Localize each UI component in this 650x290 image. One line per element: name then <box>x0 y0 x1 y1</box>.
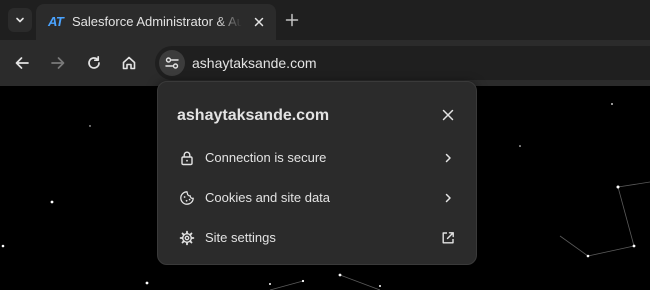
gear-icon <box>178 229 196 247</box>
chevron-right-icon <box>439 189 457 207</box>
home-button[interactable] <box>116 50 142 76</box>
site-settings-label: Site settings <box>205 230 276 245</box>
popup-title: ashaytaksande.com <box>177 107 330 124</box>
reload-button[interactable] <box>81 50 107 76</box>
connection-secure-item[interactable]: Connection is secure <box>158 138 476 178</box>
tab-strip: AT Salesforce Administrator & Automation <box>0 0 650 40</box>
plus-icon <box>285 13 299 27</box>
forward-button[interactable] <box>45 50 71 76</box>
connection-secure-label: Connection is secure <box>205 150 327 165</box>
forward-arrow-icon <box>51 57 65 69</box>
site-settings-item[interactable]: Site settings <box>158 218 476 258</box>
close-icon <box>254 17 264 27</box>
new-tab-button[interactable] <box>282 10 302 30</box>
site-info-popup: ashaytaksande.com Connection is secure C… <box>157 81 477 265</box>
home-icon <box>122 56 136 70</box>
cookie-icon <box>178 189 196 207</box>
cookies-site-data-item[interactable]: Cookies and site data <box>158 178 476 218</box>
favicon: AT <box>48 14 64 29</box>
open-external-icon <box>439 229 457 247</box>
browser-tab[interactable]: AT Salesforce Administrator & Automation <box>36 4 276 40</box>
tune-icon <box>165 57 179 69</box>
chevron-right-icon <box>439 149 457 167</box>
tab-title: Salesforce Administrator & Automation <box>72 14 242 29</box>
tab-search-button[interactable] <box>8 8 32 32</box>
chevron-down-icon <box>16 17 24 23</box>
address-bar[interactable]: ashaytaksande.com <box>155 46 650 80</box>
close-icon <box>442 109 454 121</box>
popup-close-button[interactable] <box>439 106 457 124</box>
back-arrow-icon <box>15 57 29 69</box>
url-text: ashaytaksande.com <box>192 55 317 71</box>
site-info-button[interactable] <box>159 50 185 76</box>
toolbar: ashaytaksande.com <box>0 40 650 86</box>
back-button[interactable] <box>9 50 35 76</box>
tab-close-button[interactable] <box>250 13 268 31</box>
lock-icon <box>178 149 196 167</box>
reload-icon <box>88 55 100 69</box>
cookies-site-data-label: Cookies and site data <box>205 190 331 205</box>
